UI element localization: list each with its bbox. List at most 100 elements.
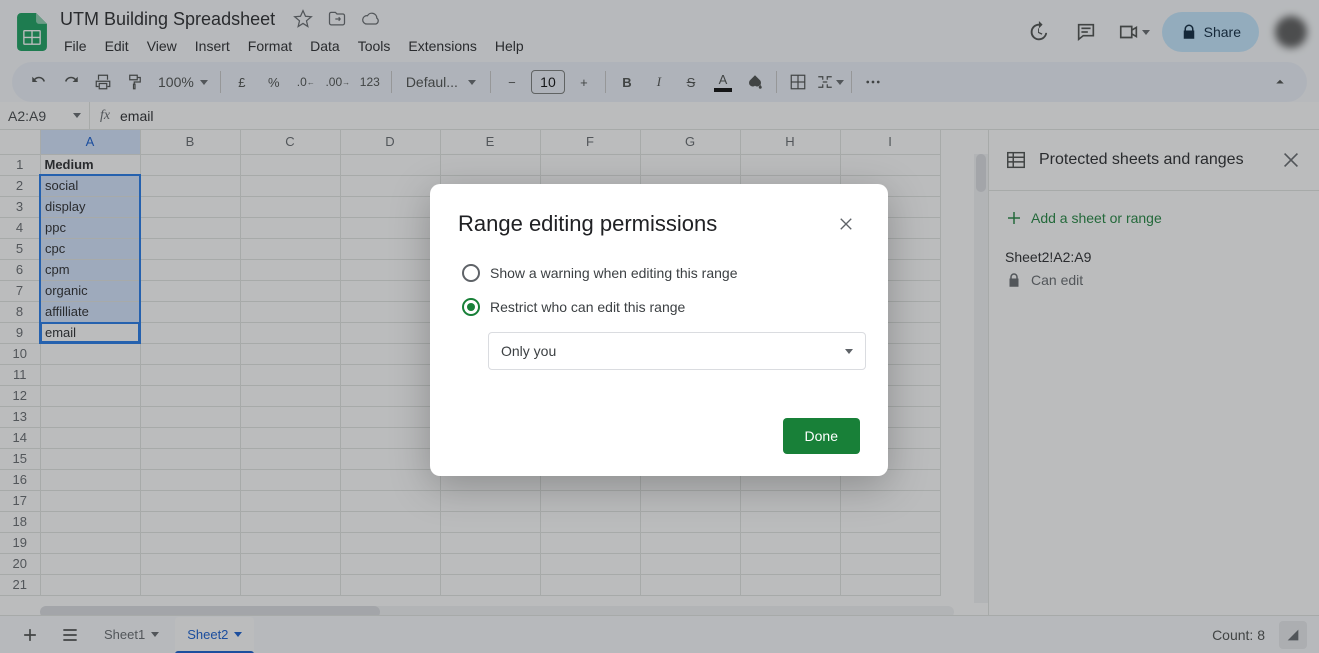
- cell[interactable]: [240, 301, 340, 322]
- formula-input[interactable]: email: [120, 108, 1307, 124]
- cell[interactable]: [340, 490, 440, 511]
- menu-help[interactable]: Help: [487, 34, 532, 58]
- cell[interactable]: [40, 553, 140, 574]
- cell[interactable]: [140, 490, 240, 511]
- strikethrough-button[interactable]: S: [676, 67, 706, 97]
- column-header[interactable]: G: [640, 130, 740, 154]
- cell[interactable]: [140, 385, 240, 406]
- cell[interactable]: [440, 574, 540, 595]
- sheet-tab-sheet2[interactable]: Sheet2: [175, 617, 254, 653]
- cell[interactable]: [140, 553, 240, 574]
- row-header[interactable]: 2: [0, 175, 40, 196]
- row-header[interactable]: 13: [0, 406, 40, 427]
- row-header[interactable]: 12: [0, 385, 40, 406]
- cell[interactable]: [840, 532, 940, 553]
- text-color-button[interactable]: A: [708, 67, 738, 97]
- more-formats-button[interactable]: 123: [355, 67, 385, 97]
- borders-button[interactable]: [783, 67, 813, 97]
- cell[interactable]: [240, 490, 340, 511]
- add-sheet-button[interactable]: [12, 620, 48, 650]
- cell[interactable]: [340, 448, 440, 469]
- cell[interactable]: [340, 364, 440, 385]
- cell[interactable]: [340, 259, 440, 280]
- menu-file[interactable]: File: [56, 34, 95, 58]
- row-header[interactable]: 19: [0, 532, 40, 553]
- cell[interactable]: [40, 343, 140, 364]
- cell[interactable]: Medium: [40, 154, 140, 175]
- protected-range-item[interactable]: Sheet2!A2:A9 Can edit: [989, 245, 1319, 293]
- cell[interactable]: [340, 343, 440, 364]
- increase-decimal-button[interactable]: .00→: [323, 67, 353, 97]
- cell[interactable]: [340, 406, 440, 427]
- cell[interactable]: [240, 343, 340, 364]
- select-all-corner[interactable]: [0, 130, 40, 154]
- cell[interactable]: [340, 574, 440, 595]
- cell[interactable]: [840, 154, 940, 175]
- radio-show-warning[interactable]: Show a warning when editing this range: [462, 256, 860, 290]
- cell[interactable]: [240, 553, 340, 574]
- star-icon[interactable]: [293, 9, 313, 29]
- cell[interactable]: [740, 574, 840, 595]
- cell[interactable]: [140, 343, 240, 364]
- cell[interactable]: [840, 511, 940, 532]
- row-header[interactable]: 15: [0, 448, 40, 469]
- row-header[interactable]: 5: [0, 238, 40, 259]
- column-header[interactable]: D: [340, 130, 440, 154]
- sheets-logo[interactable]: [12, 12, 52, 52]
- share-button[interactable]: Share: [1162, 12, 1259, 52]
- cell[interactable]: ppc: [40, 217, 140, 238]
- close-icon[interactable]: [832, 210, 860, 238]
- fill-color-button[interactable]: [740, 67, 770, 97]
- cell[interactable]: [40, 574, 140, 595]
- cell[interactable]: [740, 532, 840, 553]
- cell[interactable]: [640, 490, 740, 511]
- row-header[interactable]: 6: [0, 259, 40, 280]
- row-header[interactable]: 21: [0, 574, 40, 595]
- row-header[interactable]: 10: [0, 343, 40, 364]
- cell[interactable]: [340, 175, 440, 196]
- cell[interactable]: [840, 553, 940, 574]
- cell[interactable]: social: [40, 175, 140, 196]
- menu-data[interactable]: Data: [302, 34, 348, 58]
- cell[interactable]: cpc: [40, 238, 140, 259]
- cell[interactable]: [440, 553, 540, 574]
- cell[interactable]: [540, 553, 640, 574]
- cell[interactable]: [140, 175, 240, 196]
- menu-insert[interactable]: Insert: [187, 34, 238, 58]
- history-icon[interactable]: [1018, 12, 1058, 52]
- column-header[interactable]: I: [840, 130, 940, 154]
- cell[interactable]: [40, 448, 140, 469]
- cell[interactable]: [140, 574, 240, 595]
- cell[interactable]: [40, 511, 140, 532]
- row-header[interactable]: 14: [0, 427, 40, 448]
- cell[interactable]: [640, 553, 740, 574]
- column-header[interactable]: H: [740, 130, 840, 154]
- collapse-toolbar-button[interactable]: [1265, 67, 1295, 97]
- radio-restrict[interactable]: Restrict who can edit this range: [462, 290, 860, 324]
- status-count[interactable]: Count: 8: [1212, 627, 1265, 643]
- cell[interactable]: [640, 511, 740, 532]
- cell[interactable]: [440, 532, 540, 553]
- merge-button[interactable]: [815, 67, 845, 97]
- cell[interactable]: [140, 427, 240, 448]
- cell[interactable]: [340, 238, 440, 259]
- cell[interactable]: [140, 364, 240, 385]
- cell[interactable]: [40, 490, 140, 511]
- cell[interactable]: [40, 364, 140, 385]
- cell[interactable]: [340, 385, 440, 406]
- cell[interactable]: organic: [40, 280, 140, 301]
- row-header[interactable]: 3: [0, 196, 40, 217]
- cell[interactable]: [240, 406, 340, 427]
- cell[interactable]: [440, 490, 540, 511]
- cell[interactable]: [340, 532, 440, 553]
- cell[interactable]: [140, 406, 240, 427]
- column-header[interactable]: A: [40, 130, 140, 154]
- cell[interactable]: [140, 469, 240, 490]
- row-header[interactable]: 20: [0, 553, 40, 574]
- cell[interactable]: [240, 364, 340, 385]
- cell[interactable]: [140, 322, 240, 343]
- comments-icon[interactable]: [1066, 12, 1106, 52]
- cell[interactable]: [540, 154, 640, 175]
- cell[interactable]: [240, 511, 340, 532]
- cell[interactable]: [140, 217, 240, 238]
